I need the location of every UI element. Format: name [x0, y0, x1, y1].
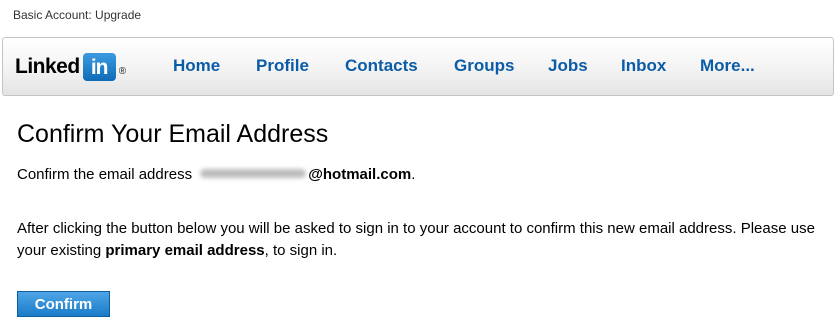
- confirm-email-prefix: Confirm the email address: [17, 166, 193, 183]
- instructions-part-2: , to sign in.: [264, 242, 338, 259]
- nav-item-more[interactable]: More...: [700, 56, 755, 76]
- nav-item-jobs[interactable]: Jobs: [548, 56, 588, 76]
- top-navigation-bar: Linked in ® Home Profile Contacts Groups…: [2, 37, 834, 96]
- email-domain: @hotmail.com: [308, 166, 412, 183]
- line-period: .: [411, 166, 416, 183]
- nav-item-profile[interactable]: Profile: [256, 56, 309, 76]
- nav-item-contacts[interactable]: Contacts: [345, 56, 418, 76]
- linkedin-logo[interactable]: Linked in ®: [15, 52, 126, 82]
- confirm-button[interactable]: Confirm: [17, 291, 110, 317]
- nav-item-inbox[interactable]: Inbox: [621, 56, 666, 76]
- logo-in-box-icon: in: [82, 53, 116, 81]
- redacted-email-username: [200, 169, 307, 179]
- registered-mark: ®: [118, 66, 127, 77]
- instructions-paragraph: After clicking the button below you will…: [17, 218, 817, 262]
- page-title: Confirm Your Email Address: [17, 120, 329, 148]
- logo-wordmark: Linked: [15, 55, 80, 78]
- account-status[interactable]: Basic Account: Upgrade: [13, 8, 141, 22]
- nav-item-groups[interactable]: Groups: [454, 56, 514, 76]
- confirm-email-line: Confirm the email address @hotmail.com.: [17, 166, 415, 183]
- primary-email-emphasis: primary email address: [105, 242, 265, 259]
- nav-item-home[interactable]: Home: [173, 56, 220, 76]
